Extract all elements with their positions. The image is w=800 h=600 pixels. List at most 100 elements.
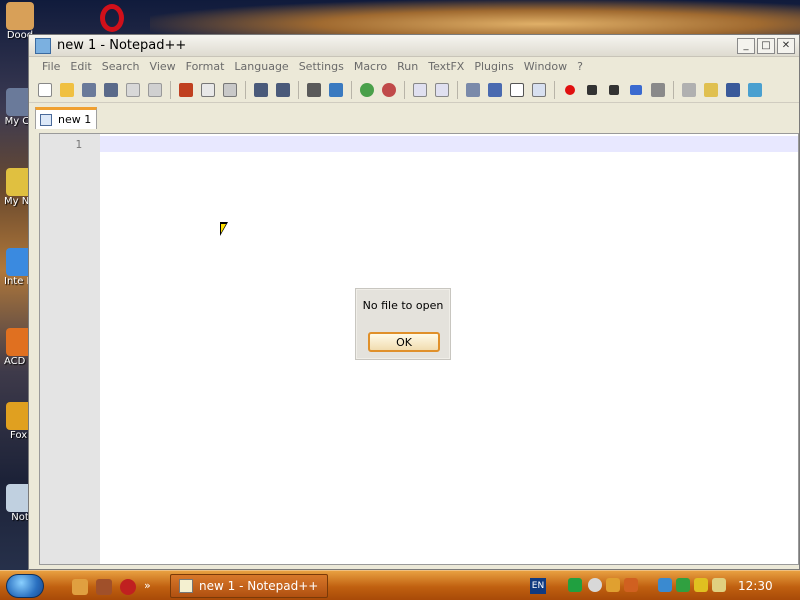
shield-tray-icon[interactable] (694, 578, 708, 592)
toolbar-separator (245, 80, 246, 99)
tab-label: new 1 (58, 113, 92, 126)
security-tray-icon[interactable] (676, 578, 690, 592)
close-all-button[interactable] (145, 80, 165, 100)
word-wrap-icon (466, 82, 480, 97)
link-icon (682, 82, 696, 97)
sync-horizontal-button[interactable] (432, 80, 452, 100)
sync-horizontal-icon (435, 82, 449, 97)
zoom-in-button[interactable] (357, 80, 377, 100)
taskbar-button-notepadpp[interactable]: new 1 - Notepad++ (170, 574, 328, 598)
redo-button[interactable] (273, 80, 293, 100)
smiley-tray-icon[interactable] (588, 578, 602, 592)
network-tray-icon[interactable] (658, 578, 672, 592)
plugin-tool-1-button[interactable] (679, 80, 699, 100)
plugin-tool-2-button[interactable] (701, 80, 721, 100)
scissors-icon (179, 82, 193, 97)
new-file-button[interactable] (35, 80, 55, 100)
zoom-out-button[interactable] (379, 80, 399, 100)
redo-icon (276, 82, 290, 97)
notepad-icon (179, 579, 193, 593)
tray-icon-8[interactable] (712, 578, 726, 592)
save-all-button[interactable] (101, 80, 121, 100)
cut-button[interactable] (176, 80, 196, 100)
user-language-button[interactable] (529, 80, 549, 100)
menu-help[interactable]: ? (572, 57, 588, 77)
taskbar: » new 1 - Notepad++ EN 12:30 (0, 570, 800, 600)
stop-icon (587, 84, 597, 95)
opera-taskbar-icon[interactable] (120, 579, 136, 595)
save-button[interactable] (79, 80, 99, 100)
line-number: 1 (75, 138, 82, 151)
check-icon (748, 82, 762, 97)
sync-vertical-icon (413, 82, 427, 97)
replace-button[interactable] (326, 80, 346, 100)
title-bar[interactable]: new 1 - Notepad++ _ □ ✕ (29, 35, 799, 57)
open-file-button[interactable] (57, 80, 77, 100)
menu-macro[interactable]: Macro (349, 57, 392, 77)
close-button[interactable]: ✕ (777, 37, 795, 54)
opera-icon[interactable] (100, 4, 124, 32)
chevron-right-icon[interactable]: » (144, 579, 160, 595)
plugin-folder-icon (704, 82, 718, 97)
save-macro-button[interactable] (648, 80, 668, 100)
plugin-tool-4-button[interactable] (745, 80, 765, 100)
close-file-button[interactable] (123, 80, 143, 100)
clock[interactable]: 12:30 (738, 579, 773, 593)
current-line-highlight[interactable] (100, 136, 798, 152)
close-all-icon (148, 82, 162, 97)
toolbar-separator (554, 80, 555, 99)
menu-bar: File Edit Search View Format Language Se… (29, 57, 799, 77)
notepadpp-icon (35, 37, 51, 54)
zoom-out-icon (382, 82, 396, 97)
indent-guide-button[interactable] (507, 80, 527, 100)
menu-run[interactable]: Run (392, 57, 423, 77)
paste-button[interactable] (220, 80, 240, 100)
toolbar-separator (170, 80, 171, 99)
play-tray-icon[interactable] (568, 578, 582, 592)
find-button[interactable] (304, 80, 324, 100)
undo-icon (254, 82, 268, 97)
menu-view[interactable]: View (145, 57, 181, 77)
menu-search[interactable]: Search (97, 57, 145, 77)
pilcrow-icon (488, 82, 502, 97)
figure-icon (6, 2, 34, 30)
menu-textfx[interactable]: TextFX (423, 57, 469, 77)
play-macro-button[interactable] (604, 80, 624, 100)
language-indicator[interactable]: EN (530, 578, 546, 594)
quick-launch-icon-1[interactable] (72, 579, 88, 595)
user-language-icon (532, 82, 546, 97)
menu-window[interactable]: Window (519, 57, 572, 77)
plugin-tool-3-button[interactable] (723, 80, 743, 100)
record-icon (565, 84, 575, 95)
menu-language[interactable]: Language (229, 57, 293, 77)
maximize-button[interactable]: □ (757, 37, 775, 54)
toolbar (29, 77, 799, 103)
tray-icon-4[interactable] (624, 578, 638, 592)
mouse-cursor-icon (220, 222, 228, 236)
word-wrap-button[interactable] (463, 80, 483, 100)
menu-file[interactable]: File (37, 57, 65, 77)
minimize-button[interactable]: _ (737, 37, 755, 54)
line-number-gutter (40, 134, 100, 564)
menu-edit[interactable]: Edit (65, 57, 96, 77)
indent-guide-icon (510, 82, 524, 97)
start-button[interactable] (6, 574, 44, 598)
tab-new-1[interactable]: new 1 (35, 107, 97, 129)
ok-button[interactable]: OK (368, 332, 440, 352)
quick-launch-icon-2[interactable] (96, 579, 112, 595)
run-macro-multiple-button[interactable] (626, 80, 646, 100)
tray-icon-3[interactable] (606, 578, 620, 592)
menu-plugins[interactable]: Plugins (469, 57, 518, 77)
record-macro-button[interactable] (560, 80, 580, 100)
document-icon (40, 113, 52, 126)
stop-macro-button[interactable] (582, 80, 602, 100)
menu-settings[interactable]: Settings (294, 57, 349, 77)
save-macro-icon (651, 82, 665, 97)
menu-format[interactable]: Format (181, 57, 230, 77)
copy-button[interactable] (198, 80, 218, 100)
show-all-chars-button[interactable] (485, 80, 505, 100)
dialog-message: No file to open (362, 299, 444, 312)
sync-vertical-button[interactable] (410, 80, 430, 100)
undo-button[interactable] (251, 80, 271, 100)
zoom-in-icon (360, 82, 374, 97)
